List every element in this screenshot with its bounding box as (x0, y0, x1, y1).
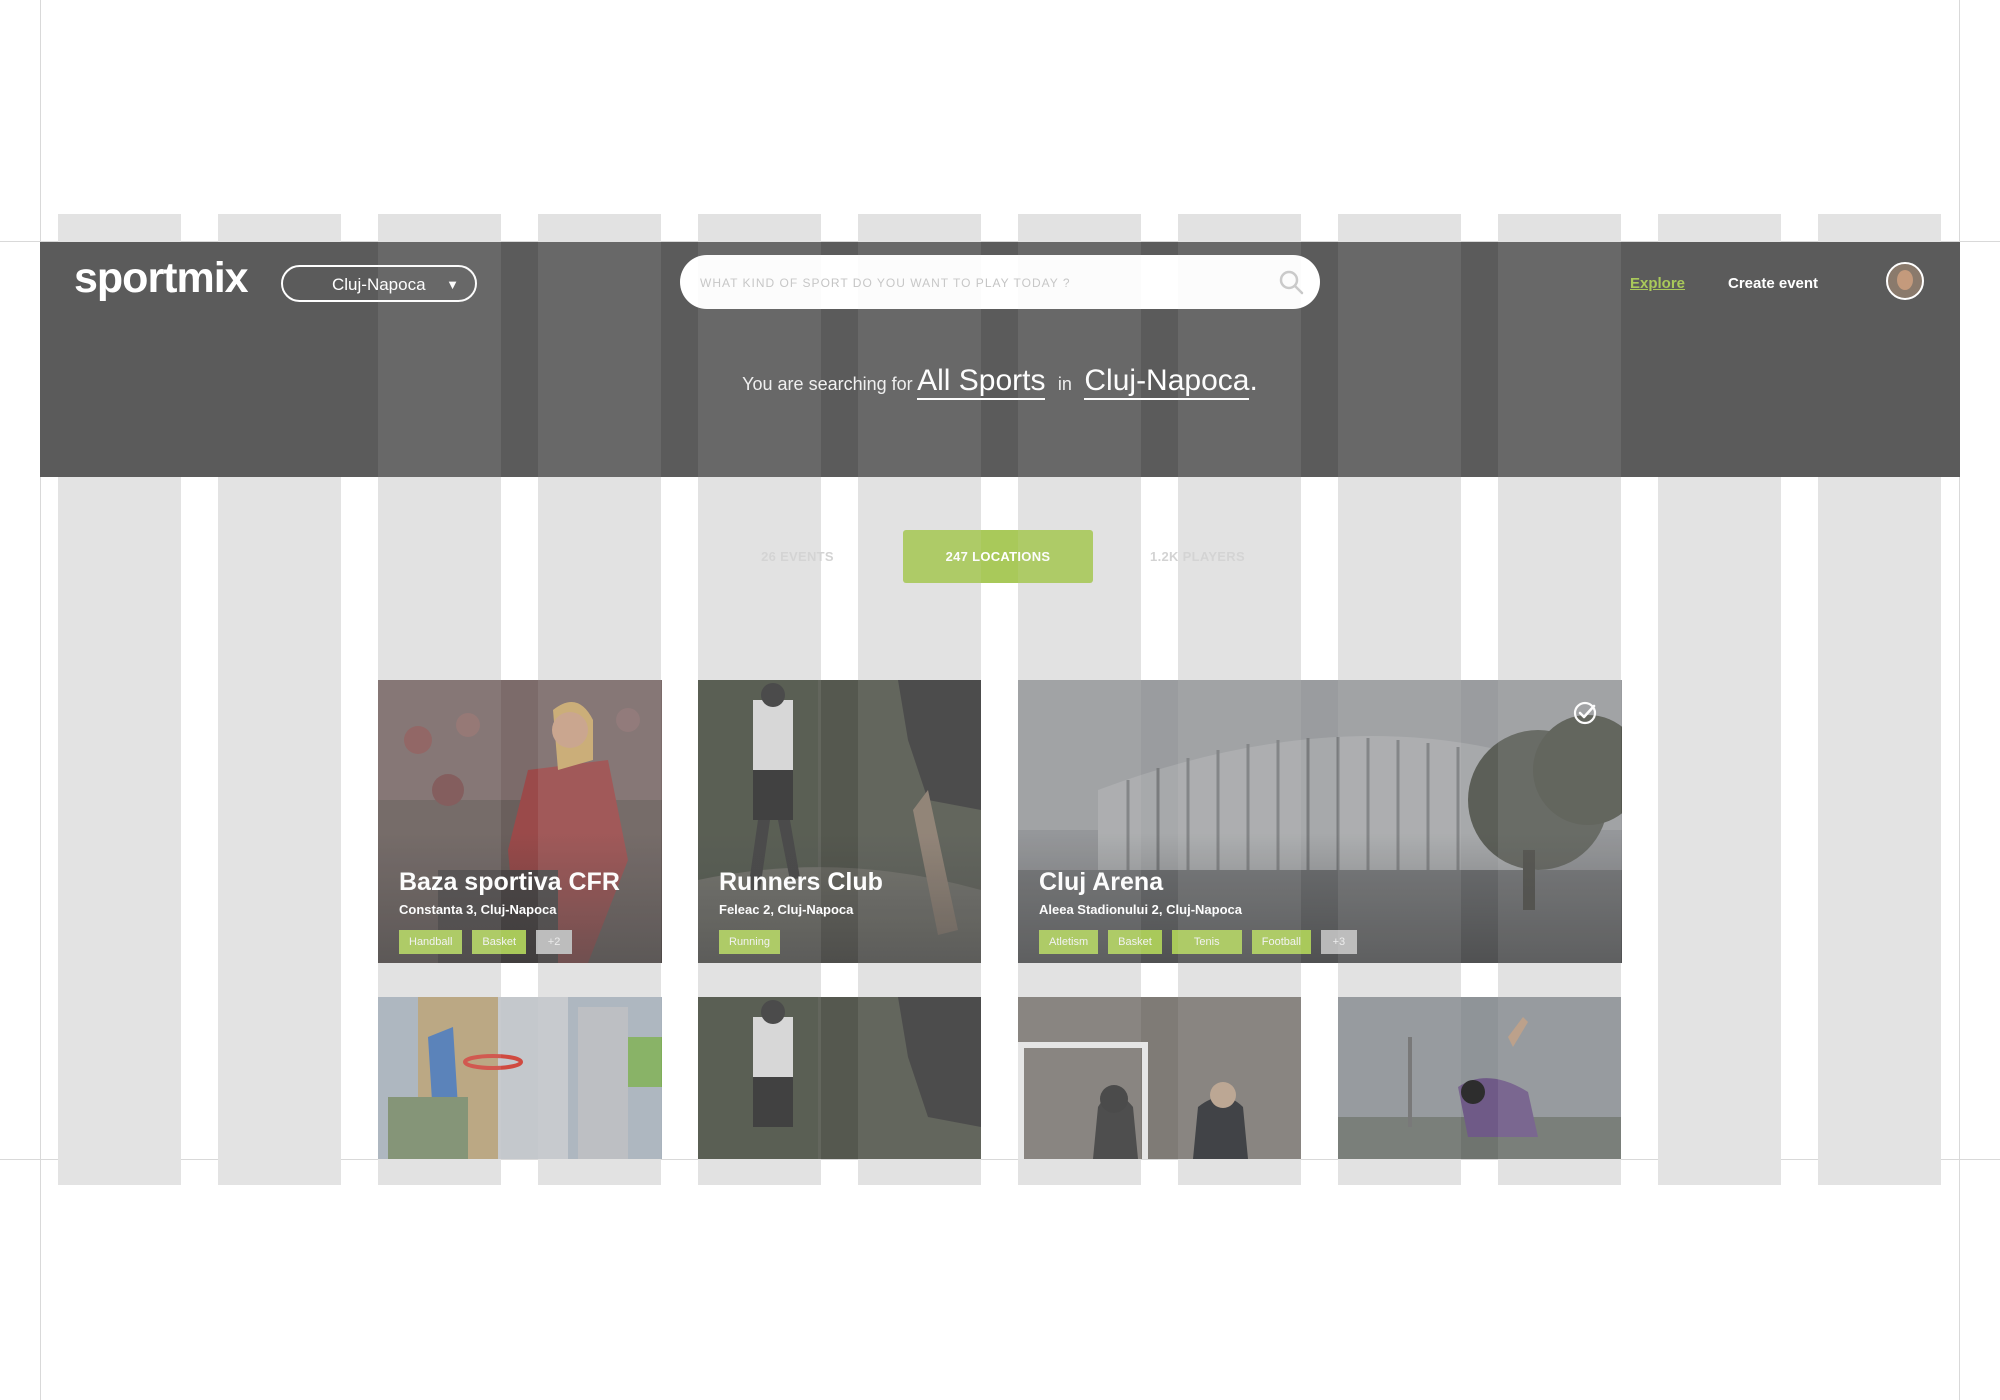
sport-tag[interactable]: Basket (1108, 930, 1162, 954)
sport-tag[interactable]: Running (719, 930, 780, 954)
tab-events[interactable]: 26 EVENTS (730, 530, 865, 583)
futsal-players-photo (1018, 997, 1301, 1159)
sport-tag[interactable]: Tenis (1171, 930, 1242, 954)
trail-runner-photo (698, 997, 981, 1159)
location-card[interactable]: Runners Club Feleac 2, Cluj-Napoca Runni… (698, 680, 981, 963)
location-card[interactable] (698, 997, 981, 1159)
card-title: Cluj Arena (1039, 868, 1164, 896)
card-address: Feleac 2, Cluj-Napoca (719, 902, 854, 917)
check-circle-icon[interactable] (1572, 700, 1598, 726)
location-card[interactable]: Cluj Arena Aleea Stadionului 2, Cluj-Nap… (1018, 680, 1622, 963)
artboard-guide-right (1959, 0, 1960, 1400)
nav-create-event-link[interactable]: Create event (1728, 275, 1818, 292)
card-address: Aleea Stadionului 2, Cluj-Napoca (1039, 902, 1242, 917)
sport-tag[interactable]: Basket (472, 930, 527, 954)
sport-tag[interactable]: Football (1251, 930, 1311, 954)
summary-location-link[interactable]: Cluj-Napoca (1084, 364, 1250, 400)
nav-explore-link[interactable]: Explore (1630, 275, 1685, 292)
summary-sport-link[interactable]: All Sports (917, 364, 1046, 400)
top-header: sportmix Cluj-Napoca ▼ Explore Create ev… (40, 242, 1960, 477)
city-selector-value: Cluj-Napoca (332, 275, 426, 294)
search-summary: You are searching for All Sports in Cluj… (40, 364, 1960, 400)
location-card[interactable] (1018, 997, 1301, 1159)
chevron-down-icon: ▼ (446, 277, 459, 292)
location-card[interactable] (378, 997, 662, 1159)
card-tags: Atletism Basket Tenis Football +3 (1039, 930, 1357, 954)
sportmix-logo[interactable]: sportmix (74, 254, 249, 303)
card-tags: Running (719, 930, 780, 954)
location-card[interactable]: Baza sportiva CFR Constanta 3, Cluj-Napo… (378, 680, 662, 963)
more-tags-badge[interactable]: +3 (1320, 930, 1357, 954)
avatar[interactable] (1886, 262, 1924, 300)
summary-suffix: . (1249, 364, 1258, 397)
card-title: Baza sportiva CFR (399, 868, 620, 896)
skateboarder-photo (1338, 997, 1621, 1159)
tab-locations[interactable]: 247 LOCATIONS (903, 530, 1093, 583)
card-address: Constanta 3, Cluj-Napoca (399, 902, 557, 917)
avatar-face (1897, 270, 1913, 290)
basketball-hoop-photo (378, 997, 662, 1159)
more-tags-badge[interactable]: +2 (536, 930, 573, 954)
card-title: Runners Club (719, 868, 883, 896)
search-bar (680, 255, 1320, 309)
search-input[interactable] (698, 271, 1262, 295)
artboard-guide-left (40, 0, 41, 1400)
location-card[interactable] (1338, 997, 1621, 1159)
search-icon[interactable] (1278, 269, 1304, 295)
sport-tag[interactable]: Handball (399, 930, 463, 954)
tab-players[interactable]: 1.2K PLAYERS (1130, 530, 1265, 583)
summary-prefix: You are searching for (742, 374, 913, 394)
summary-connector: in (1057, 374, 1072, 394)
city-selector[interactable]: Cluj-Napoca ▼ (281, 265, 477, 302)
card-tags: Handball Basket +2 (399, 930, 573, 954)
sport-tag[interactable]: Atletism (1039, 930, 1099, 954)
